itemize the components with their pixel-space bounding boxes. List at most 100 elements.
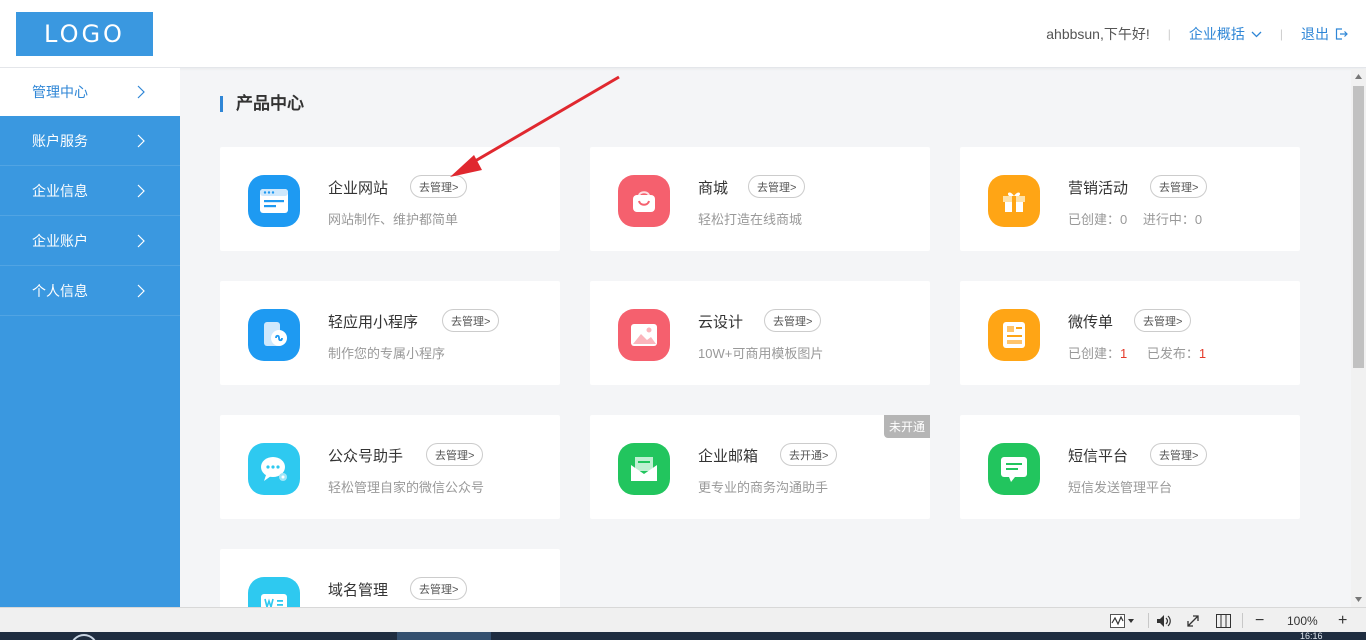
logo[interactable]: LOGO — [16, 12, 153, 56]
chevron-right-icon — [137, 284, 145, 297]
sidebar-item-label: 账户服务 — [32, 132, 88, 149]
card-title: 轻应用小程序 — [328, 314, 419, 331]
card-description: 更专业的商务沟通助手 — [698, 480, 829, 495]
in-progress-label: 进行中： — [1142, 212, 1195, 227]
sidebar-item-label: 企业信息 — [32, 182, 88, 199]
product-card-marketing[interactable]: 营销活动 去管理> 已创建：0 进行中：0 — [960, 147, 1300, 251]
sidebar-item-label: 企业账户 — [32, 232, 88, 249]
divider: | — [1167, 27, 1171, 41]
product-card-mall[interactable]: 商城 去管理> 轻松打造在线商城 — [590, 147, 930, 251]
card-title: 短信平台 — [1068, 448, 1129, 465]
sidebar-item-personal-info[interactable]: 个人信息 — [0, 266, 180, 316]
published-label: 已发布： — [1146, 346, 1199, 361]
manage-button[interactable]: 去管理> — [442, 309, 500, 332]
enterprise-overview-label: 企业概括 — [1188, 26, 1245, 42]
card-stats: 已创建：1 已发布：1 — [1068, 343, 1206, 362]
product-card-cloud-design[interactable]: 云设计 去管理> 10W+可商用模板图片 — [590, 281, 930, 385]
wechat-icon — [248, 443, 300, 495]
sidebar-item-enterprise-info[interactable]: 企业信息 — [0, 166, 180, 216]
product-card-mini-program[interactable]: 轻应用小程序 去管理> 制作您的专属小程序 — [220, 281, 560, 385]
card-title: 域名管理 — [328, 582, 389, 599]
sms-icon — [988, 443, 1040, 495]
shopping-bag-icon — [618, 175, 670, 227]
flyer-icon — [988, 309, 1040, 361]
card-title: 企业网站 — [328, 180, 389, 197]
created-label: 已创建： — [1068, 212, 1121, 227]
mail-icon — [618, 443, 670, 495]
split-view-icon[interactable] — [1216, 612, 1231, 629]
manage-button[interactable]: 去管理> — [1150, 175, 1208, 198]
chevron-right-icon — [137, 134, 145, 147]
volume-icon[interactable] — [1156, 612, 1172, 629]
card-title: 微传单 — [1068, 314, 1114, 331]
manage-button[interactable]: 去管理> — [1150, 443, 1208, 466]
manage-button[interactable]: 去管理> — [410, 175, 468, 198]
sidebar-item-label: 管理中心 — [32, 84, 88, 100]
product-card-sms-platform[interactable]: 短信平台 去管理> 短信发送管理平台 — [960, 415, 1300, 519]
card-title: 营销活动 — [1068, 180, 1129, 197]
zoom-in-button[interactable]: + — [1338, 612, 1347, 629]
chevron-right-icon — [137, 85, 145, 99]
card-title: 云设计 — [698, 314, 744, 331]
card-description: 短信发送管理平台 — [1068, 480, 1173, 495]
sidebar-item-label: 个人信息 — [32, 282, 88, 299]
manage-button[interactable]: 去管理> — [1134, 309, 1192, 332]
scroll-down-arrow-icon[interactable] — [1351, 592, 1366, 607]
performance-icon[interactable] — [1110, 612, 1136, 629]
status-badge: 未开通 — [883, 415, 930, 438]
image-icon — [618, 309, 670, 361]
sidebar-item-enterprise-account[interactable]: 企业账户 — [0, 216, 180, 266]
mini-program-icon — [248, 309, 300, 361]
created-count: 1 — [1120, 346, 1128, 361]
sidebar-item-management-center[interactable]: 管理中心 — [0, 68, 180, 116]
gift-icon — [988, 175, 1040, 227]
vertical-scrollbar[interactable] — [1351, 69, 1366, 607]
divider: | — [1279, 27, 1283, 41]
zoom-out-button[interactable]: − — [1255, 612, 1264, 629]
main-content: 产品中心 企业网站 去管理> 网站制作、维护都简单 商城 去管理> 轻松打造在线… — [180, 69, 1351, 607]
taskbar-active-app[interactable] — [397, 632, 491, 640]
logout-icon — [1335, 28, 1348, 40]
enterprise-overview-dropdown[interactable]: 企业概括 — [1189, 24, 1262, 44]
card-title: 商城 — [698, 180, 729, 197]
in-progress-count: 0 — [1194, 212, 1203, 227]
card-description: 轻松打造在线商城 — [698, 212, 803, 227]
published-count: 1 — [1198, 346, 1207, 361]
manage-button[interactable]: 去管理> — [426, 443, 484, 466]
card-description: 网站制作、维护都简单 — [328, 212, 459, 227]
zoom-level: 100% — [1287, 613, 1318, 628]
header-right: ahbbsun,下午好! | 企业概括 | 退出 — [1046, 24, 1348, 44]
product-card-website[interactable]: 企业网站 去管理> 网站制作、维护都简单 — [220, 147, 560, 251]
domain-icon — [248, 577, 300, 607]
top-header: LOGO ahbbsun,下午好! | 企业概括 | 退出 — [0, 0, 1366, 68]
card-title: 企业邮箱 — [698, 448, 759, 465]
product-card-domain[interactable]: 域名管理 去管理> — [220, 549, 560, 607]
scroll-thumb[interactable] — [1353, 86, 1364, 368]
created-label: 已创建： — [1068, 346, 1121, 361]
product-card-enterprise-mail[interactable]: 未开通 企业邮箱 去开通> 更专业的商务沟通助手 — [590, 415, 930, 519]
manage-button[interactable]: 去管理> — [748, 175, 806, 198]
scroll-up-arrow-icon[interactable] — [1351, 69, 1366, 84]
product-card-flyer[interactable]: 微传单 去管理> 已创建：1 已发布：1 — [960, 281, 1300, 385]
card-description: 制作您的专属小程序 — [328, 346, 446, 361]
card-stats: 已创建：0 进行中：0 — [1068, 209, 1202, 228]
logout-link[interactable]: 退出 — [1301, 24, 1348, 44]
sidebar-item-account-service[interactable]: 账户服务 — [0, 116, 180, 166]
manage-button[interactable]: 去管理> — [764, 309, 822, 332]
fullscreen-icon[interactable] — [1186, 612, 1200, 629]
card-description: 10W+可商用模板图片 — [698, 346, 824, 361]
taskbar-clock: 16:16 — [1300, 631, 1323, 640]
browser-status-bar: − 100% + — [0, 607, 1366, 632]
card-title: 公众号助手 — [328, 448, 404, 465]
chevron-down-icon — [1251, 31, 1262, 37]
os-taskbar — [0, 632, 1366, 640]
greeting-text: ahbbsun,下午好! — [1046, 26, 1150, 42]
website-icon — [248, 175, 300, 227]
activate-button[interactable]: 去开通> — [780, 443, 838, 466]
section-title: 产品中心 — [220, 95, 304, 112]
chevron-right-icon — [137, 184, 145, 197]
product-card-wechat-assistant[interactable]: 公众号助手 去管理> 轻松管理自家的微信公众号 — [220, 415, 560, 519]
logout-label: 退出 — [1301, 26, 1329, 42]
card-description: 轻松管理自家的微信公众号 — [328, 480, 485, 495]
manage-button[interactable]: 去管理> — [410, 577, 468, 600]
